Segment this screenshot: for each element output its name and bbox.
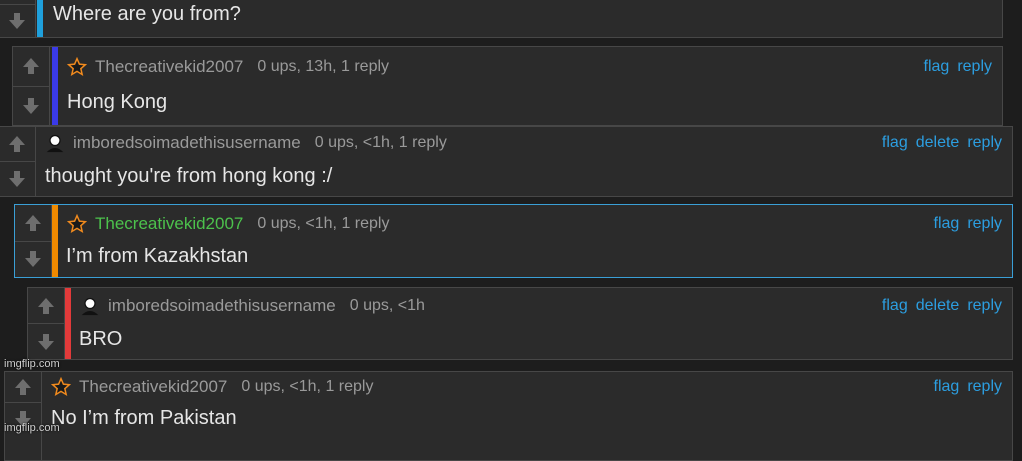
flag-link[interactable]: flag	[934, 378, 960, 396]
vote-column	[28, 288, 65, 359]
delete-link[interactable]: delete	[916, 134, 960, 152]
comment-header: Thecreativekid2007 0 ups, <1h, 1 reply f…	[51, 373, 1012, 401]
vote-column	[0, 0, 36, 37]
arrow-down-icon	[9, 171, 25, 187]
username-link[interactable]: imboredsoimadethisusername	[73, 133, 301, 153]
comment-meta: 0 ups, 13h, 1 reply	[257, 58, 390, 75]
reply-link[interactable]: reply	[967, 215, 1002, 233]
thread-bar	[52, 47, 58, 125]
thread-bar	[37, 0, 43, 37]
comment-actions: flag reply	[934, 378, 1002, 396]
flag-link[interactable]: flag	[924, 58, 950, 76]
downvote-button[interactable]	[0, 161, 35, 196]
vote-column	[0, 127, 36, 196]
reply-link[interactable]: reply	[967, 378, 1002, 396]
comment: Thecreativekid2007 0 ups, 13h, 1 reply f…	[12, 46, 1003, 126]
reply-link[interactable]: reply	[957, 58, 992, 76]
flag-link[interactable]: flag	[882, 297, 908, 315]
thread-bar	[52, 205, 58, 277]
person-icon	[81, 297, 99, 316]
comment-header: Thecreativekid2007 0 ups, 13h, 1 reply f…	[67, 53, 1002, 81]
username-link[interactable]: Thecreativekid2007	[95, 214, 243, 234]
flag-link[interactable]: flag	[882, 134, 908, 152]
upvote-button[interactable]	[13, 47, 49, 86]
star-icon	[67, 214, 87, 234]
comment-text: BRO	[79, 328, 123, 350]
flag-link[interactable]: flag	[934, 215, 960, 233]
upvote-button[interactable]	[28, 288, 64, 323]
arrow-up-icon	[9, 136, 25, 152]
reply-link[interactable]: reply	[967, 134, 1002, 152]
arrow-down-icon	[25, 251, 41, 268]
arrow-up-icon	[23, 58, 39, 75]
comment: Where are you from?	[0, 0, 1003, 38]
comment-text: I’m from Kazakhstan	[66, 245, 249, 267]
upvote-button[interactable]	[15, 205, 51, 241]
star-icon	[67, 57, 87, 77]
comment-text: Where are you from?	[53, 3, 241, 25]
comment-meta: 0 ups, <1h, 1 reply	[257, 215, 390, 232]
watermark: imgflip.com	[4, 422, 60, 434]
username-link[interactable]: Thecreativekid2007	[79, 377, 227, 397]
comment-header: imboredsoimadethisusername 0 ups, <1h, 1…	[45, 129, 1012, 157]
comment-text: thought you're from hong kong :/	[45, 165, 333, 187]
username-link[interactable]: Thecreativekid2007	[95, 57, 243, 77]
vote-column	[13, 47, 50, 125]
comment-actions: flag delete reply	[882, 134, 1002, 152]
arrow-down-icon	[38, 333, 54, 350]
downvote-button[interactable]	[28, 323, 64, 359]
comment-actions: flag delete reply	[882, 297, 1002, 315]
comment-header: imboredsoimadethisusername 0 ups, <1h fl…	[80, 292, 1012, 320]
comment: Thecreativekid2007 0 ups, <1h, 1 reply f…	[4, 371, 1013, 461]
comment-text: No I’m from Pakistan	[51, 407, 237, 429]
arrow-up-icon	[25, 214, 41, 231]
comment-actions: flag reply	[934, 215, 1002, 233]
arrow-down-icon	[9, 12, 25, 29]
comment: imboredsoimadethisusername 0 ups, <1h, 1…	[0, 126, 1013, 197]
downvote-button[interactable]	[13, 85, 49, 126]
arrow-up-icon	[38, 297, 54, 314]
upvote-button[interactable]	[0, 127, 35, 161]
arrow-up-icon	[15, 379, 31, 395]
vote-column	[5, 372, 42, 460]
comment-meta: 0 ups, <1h	[349, 297, 425, 314]
arrow-down-icon	[23, 97, 39, 114]
comment-text: Hong Kong	[67, 91, 168, 113]
comment-meta: 0 ups, <1h, 1 reply	[314, 134, 447, 151]
comment: imboredsoimadethisusername 0 ups, <1h fl…	[27, 287, 1013, 360]
username-link[interactable]: imboredsoimadethisusername	[108, 296, 336, 316]
reply-link[interactable]: reply	[967, 297, 1002, 315]
person-icon	[46, 134, 64, 153]
upvote-button[interactable]	[5, 372, 41, 402]
comment-highlighted: Thecreativekid2007 0 ups, <1h, 1 reply f…	[14, 204, 1013, 278]
vote-column	[15, 205, 52, 277]
downvote-button[interactable]	[0, 3, 35, 38]
star-icon	[51, 377, 71, 397]
thread-bar	[65, 288, 71, 359]
comment-header: Thecreativekid2007 0 ups, <1h, 1 reply f…	[67, 210, 1012, 238]
comment-meta: 0 ups, <1h, 1 reply	[241, 378, 374, 395]
watermark: imgflip.com	[4, 358, 60, 370]
comment-actions: flag reply	[924, 58, 992, 76]
delete-link[interactable]: delete	[916, 297, 960, 315]
downvote-button[interactable]	[15, 240, 51, 278]
